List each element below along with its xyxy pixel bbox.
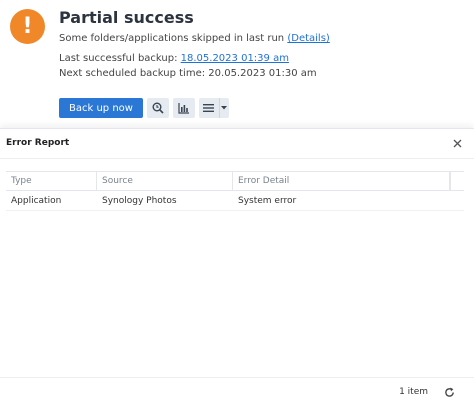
cell-error-detail: System error [238, 196, 297, 206]
column-source[interactable]: Source [97, 172, 233, 190]
statistics-icon [178, 103, 189, 114]
version-search-button[interactable] [146, 98, 169, 118]
details-link[interactable]: (Details) [287, 33, 329, 44]
error-table: Type Source Error Detail Application Syn… [6, 171, 464, 211]
cell-type: Application [11, 196, 62, 206]
statistics-button[interactable] [172, 98, 195, 118]
dialog-title: Error Report [6, 138, 70, 148]
last-backup-link[interactable]: 18.05.2023 01:39 am [181, 53, 289, 64]
column-error-detail[interactable]: Error Detail [233, 172, 450, 190]
back-up-now-button[interactable]: Back up now [59, 98, 143, 118]
last-backup-info: Last successful backup: 18.05.2023 01:39… [59, 53, 289, 64]
table-header: Type Source Error Detail [6, 171, 464, 191]
dialog-footer: 1 item [0, 377, 474, 406]
dropdown-caret-button[interactable] [218, 98, 229, 118]
backup-toolbar: Back up now [59, 98, 229, 118]
close-button[interactable] [450, 136, 464, 150]
status-subtitle: Some folders/applications skipped in las… [59, 33, 330, 44]
next-backup-info: Next scheduled backup time: 20.05.2023 0… [59, 68, 317, 79]
table-row[interactable]: Application Synology Photos System error [6, 191, 464, 211]
caret-down-icon [221, 106, 228, 110]
cell-source: Synology Photos [102, 196, 177, 206]
dialog-divider [0, 158, 474, 159]
status-subtitle-text: Some folders/applications skipped in las… [59, 33, 285, 44]
column-spacer [450, 172, 464, 190]
last-backup-label: Last successful backup: [59, 53, 178, 64]
close-icon [453, 139, 461, 147]
version-search-icon [152, 102, 164, 114]
more-actions-split-button[interactable] [198, 98, 229, 118]
menu-icon [203, 104, 215, 112]
column-type[interactable]: Type [6, 172, 97, 190]
next-backup-value: 20.05.2023 01:30 am [208, 68, 317, 79]
error-report-dialog: Error Report Type Source Error Detail Ap… [0, 128, 474, 406]
menu-button[interactable] [199, 98, 219, 118]
backup-status-panel: ! Partial success Some folders/applicati… [0, 0, 474, 128]
status-title: Partial success [59, 8, 194, 27]
refresh-icon [444, 387, 454, 397]
item-count: 1 item [399, 387, 428, 397]
exclamation-icon: ! [10, 9, 45, 44]
refresh-button[interactable] [442, 385, 456, 399]
next-backup-label: Next scheduled backup time: [59, 68, 206, 79]
